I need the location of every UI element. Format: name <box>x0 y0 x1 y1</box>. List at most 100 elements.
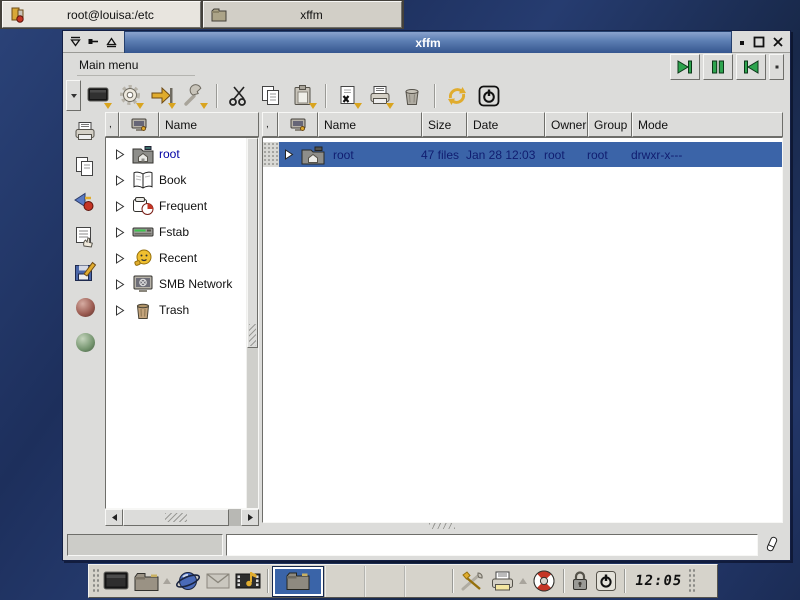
expander-icon[interactable] <box>284 149 294 160</box>
scrollbar-thumb[interactable] <box>123 509 229 526</box>
tree-item-root[interactable]: root <box>106 141 246 167</box>
mail-icon[interactable] <box>203 567 233 595</box>
copy-icon[interactable] <box>256 82 286 110</box>
collapse-toolbar-button[interactable] <box>66 80 81 111</box>
popup-arrow-icon[interactable] <box>161 567 173 595</box>
browser-globe-icon[interactable] <box>173 567 203 595</box>
panel-clock: 12:05 <box>634 573 683 589</box>
tools-wrench-icon[interactable] <box>179 82 209 110</box>
tree-item-label: Fstab <box>159 225 189 239</box>
empty-task-slot[interactable] <box>404 566 444 597</box>
expander-icon[interactable] <box>115 175 125 186</box>
column-header-date[interactable]: Date <box>467 112 545 137</box>
file-row-root-selected[interactable]: root 47 files Jan 28 12:03 root root drw… <box>263 142 782 167</box>
scroll-left-arrow[interactable] <box>105 509 123 526</box>
column-header-name[interactable]: Name <box>318 112 422 137</box>
maximize-button[interactable] <box>753 36 765 48</box>
expander-icon[interactable] <box>115 305 125 316</box>
sphere-green-icon[interactable] <box>72 330 98 354</box>
titlebar[interactable]: xffm <box>63 31 790 53</box>
scrollbar-track[interactable] <box>229 509 241 526</box>
files-panel: , Name Size Date Owner Group Mode <box>262 112 783 526</box>
tools-icon[interactable] <box>457 567 487 595</box>
help-lifering-icon[interactable] <box>529 567 559 595</box>
expander-icon[interactable] <box>115 227 125 238</box>
column-header-size[interactable]: Size <box>422 112 467 137</box>
scripts-icon[interactable] <box>333 82 363 110</box>
status-entry-input[interactable] <box>226 534 758 556</box>
print-icon[interactable] <box>72 120 98 144</box>
column-header-group[interactable]: Group <box>588 112 632 137</box>
select-hand-icon[interactable] <box>72 225 98 249</box>
empty-task-slot[interactable] <box>324 566 364 597</box>
iconify-button[interactable] <box>738 38 746 46</box>
folder-icon[interactable] <box>131 567 161 595</box>
tree-item-smb-network[interactable]: SMB Network <box>106 271 246 297</box>
copy-icon[interactable] <box>72 155 98 179</box>
close-icon[interactable] <box>772 36 784 48</box>
quit-power-icon[interactable] <box>592 567 620 595</box>
column-header-mode[interactable]: Mode <box>632 112 783 137</box>
tree-icon-header[interactable] <box>119 112 159 137</box>
tree-item-fstab[interactable]: Fstab <box>106 219 246 245</box>
tree-item-label: Book <box>159 173 186 187</box>
active-task-button-xffm[interactable] <box>272 566 324 597</box>
paste-icon[interactable] <box>288 82 318 110</box>
empty-task-slot[interactable] <box>364 566 404 597</box>
expander-icon[interactable] <box>115 279 125 290</box>
folder-icon <box>210 6 228 24</box>
exit-power-icon[interactable] <box>474 82 504 110</box>
taskbar-button-xffm[interactable]: xffm <box>203 1 402 28</box>
popup-arrow-icon[interactable] <box>517 567 529 595</box>
goto-arrow-icon[interactable] <box>147 82 177 110</box>
refresh-icon[interactable] <box>442 82 472 110</box>
expander-icon[interactable] <box>115 149 125 160</box>
taskbar-button-terminal[interactable]: root@louisa:/etc <box>2 1 201 28</box>
settings-gear-icon[interactable] <box>115 82 145 110</box>
print-icon[interactable] <box>365 82 395 110</box>
scroll-right-arrow[interactable] <box>241 509 259 526</box>
tree-item-recent[interactable]: Recent <box>106 245 246 271</box>
expander-icon[interactable] <box>115 201 125 212</box>
shade-icon[interactable] <box>105 35 118 48</box>
tree-name-header[interactable]: Name <box>159 112 259 137</box>
differences-icon[interactable] <box>72 190 98 214</box>
scrollbar-thumb[interactable] <box>247 138 258 348</box>
file-size-cell: 47 files <box>421 148 466 162</box>
pause-button[interactable] <box>703 54 733 80</box>
status-bar <box>63 532 790 557</box>
tree-vertical-scrollbar[interactable] <box>246 138 258 508</box>
files-body[interactable]: root 47 files Jan 28 12:03 root root drw… <box>262 137 783 523</box>
panel-grip[interactable] <box>92 568 101 594</box>
titlebar-title[interactable]: xffm <box>124 31 732 53</box>
column-header-owner[interactable]: Owner <box>545 112 588 137</box>
expander-icon[interactable] <box>115 253 125 264</box>
tree-item-book[interactable]: Book <box>106 167 246 193</box>
seek-start-button[interactable] <box>736 54 766 80</box>
panel-grip[interactable] <box>688 568 697 594</box>
tree-horizontal-scrollbar[interactable] <box>105 509 259 526</box>
cut-icon[interactable] <box>224 82 254 110</box>
files-icon-header[interactable] <box>278 112 318 137</box>
files-tick-header[interactable]: , <box>262 112 278 137</box>
save-edit-icon[interactable] <box>72 260 98 284</box>
print-icon[interactable] <box>487 567 517 595</box>
tree-item-trash[interactable]: Trash <box>106 297 246 323</box>
main-menu[interactable]: Main menu <box>77 56 195 76</box>
window-menu-icon[interactable] <box>69 35 82 48</box>
terminal-icon[interactable] <box>83 82 113 110</box>
book-icon <box>131 170 155 190</box>
multimedia-icon[interactable] <box>233 567 263 595</box>
tree-tick-header[interactable]: , <box>105 112 119 137</box>
window-resize-grip[interactable] <box>429 523 455 529</box>
main-area: , Name root <box>63 112 790 526</box>
pin-icon[interactable] <box>87 35 100 48</box>
eraser-icon[interactable] <box>761 534 783 556</box>
terminal-icon[interactable] <box>101 567 131 595</box>
lock-icon[interactable] <box>568 567 592 595</box>
tree-item-frequent[interactable]: Frequent <box>106 193 246 219</box>
sphere-red-icon[interactable] <box>72 295 98 319</box>
trash-icon[interactable] <box>397 82 427 110</box>
detach-button[interactable] <box>769 54 784 80</box>
seek-end-button[interactable] <box>670 54 700 80</box>
